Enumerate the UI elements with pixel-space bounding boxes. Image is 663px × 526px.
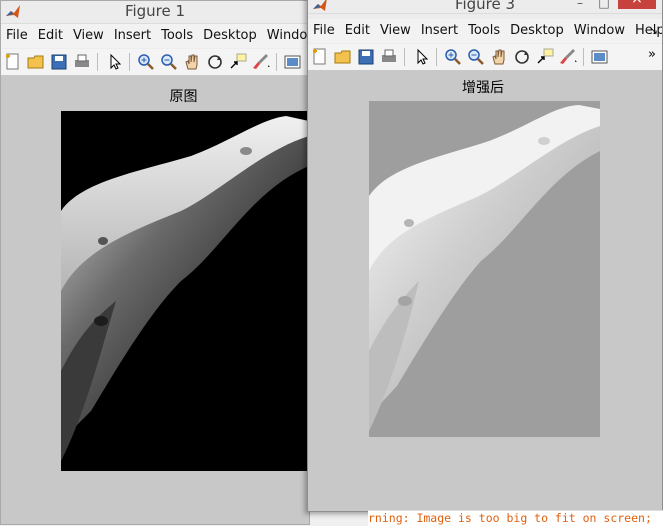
enhanced-image [369, 101, 600, 437]
print-icon[interactable] [379, 47, 399, 67]
open-file-icon[interactable] [26, 52, 46, 72]
menu-window[interactable]: Window [569, 19, 630, 43]
select-arrow-icon[interactable] [104, 52, 124, 72]
figure-3-canvas: 增强后 [308, 71, 662, 511]
menu-file[interactable]: File [1, 24, 33, 48]
toolbar-separator [404, 48, 405, 66]
figure-1-menubar: FileEditViewInsertToolsDesktopWindow [1, 24, 309, 48]
figure-1-window: Figure 1 File Edit View Insert Tools Desktop W… [0, 0, 310, 525]
toolbar-overflow-icon[interactable]: » [648, 47, 656, 62]
brush-icon[interactable] [251, 52, 271, 72]
menu-file[interactable]: File [308, 19, 340, 43]
print-icon[interactable] [72, 52, 92, 72]
figure-3-menubar: File Edit View Insert Tools Desktop Window Help… [308, 19, 662, 43]
menu-edit[interactable]: Edit [33, 24, 68, 48]
figure-1-titlebar[interactable]: Figure 1 [1, 1, 309, 24]
menu-help[interactable]: Help [630, 19, 662, 43]
brush-icon[interactable] [558, 47, 578, 67]
axes-title: 增强后 [462, 80, 504, 96]
rotate-3d-icon[interactable] [205, 52, 225, 72]
maximize-button[interactable]: □ [592, 0, 616, 11]
menu-edit[interactable]: Edit [340, 19, 375, 43]
menu-view[interactable]: View [68, 24, 109, 48]
menu-tools[interactable]: Tools [463, 19, 505, 43]
menu-insert[interactable]: Insert [416, 19, 463, 43]
zoom-in-icon[interactable] [136, 52, 156, 72]
select-arrow-icon[interactable] [411, 47, 431, 67]
toolbar-separator [129, 53, 130, 71]
new-figure-icon[interactable] [310, 47, 330, 67]
toolbar-separator [436, 48, 437, 66]
window-title: Figure 1 [124, 2, 186, 20]
axes-title: 原图 [169, 89, 198, 105]
original-image [61, 111, 309, 471]
save-icon[interactable] [49, 52, 69, 72]
open-file-icon[interactable] [333, 47, 353, 67]
toolbar-separator [276, 53, 277, 71]
pan-hand-icon[interactable] [489, 47, 509, 67]
save-icon[interactable] [356, 47, 376, 67]
figure-1-canvas: 原图 [1, 76, 309, 524]
colorbar-icon[interactable] [283, 52, 303, 72]
toolbar-separator [583, 48, 584, 66]
figure-3-toolbar [308, 44, 662, 71]
menu-tools[interactable]: Tools [156, 24, 198, 48]
menu-desktop[interactable]: Desktop [198, 24, 262, 48]
menu-overflow-icon[interactable]: ↘ [649, 19, 658, 43]
data-cursor-icon[interactable] [228, 52, 248, 72]
pan-hand-icon[interactable] [182, 52, 202, 72]
rotate-3d-icon[interactable] [512, 47, 532, 67]
menu-desktop[interactable]: Desktop [505, 19, 569, 43]
toolbar-separator [97, 53, 98, 71]
data-cursor-icon[interactable] [535, 47, 555, 67]
zoom-out-icon[interactable] [466, 47, 486, 67]
figure-3-titlebar[interactable]: Figure 3 – □ × [308, 0, 662, 14]
menu-view[interactable]: View [375, 19, 416, 43]
minimize-button[interactable]: – [568, 0, 592, 11]
new-figure-icon[interactable] [3, 52, 23, 72]
menu-insert[interactable]: Insert [109, 24, 156, 48]
figure-3-window: Figure 3 – □ × FileEditViewInsertToolsDe… [307, 0, 663, 512]
close-button[interactable]: × [618, 0, 656, 9]
figure-1-toolbar [1, 49, 309, 76]
colorbar-icon[interactable] [590, 47, 610, 67]
menu-window[interactable]: Window [262, 24, 309, 48]
zoom-out-icon[interactable] [159, 52, 179, 72]
command-window-warning: rning: Image is too big to fit on screen… [368, 510, 663, 526]
zoom-in-icon[interactable] [443, 47, 463, 67]
